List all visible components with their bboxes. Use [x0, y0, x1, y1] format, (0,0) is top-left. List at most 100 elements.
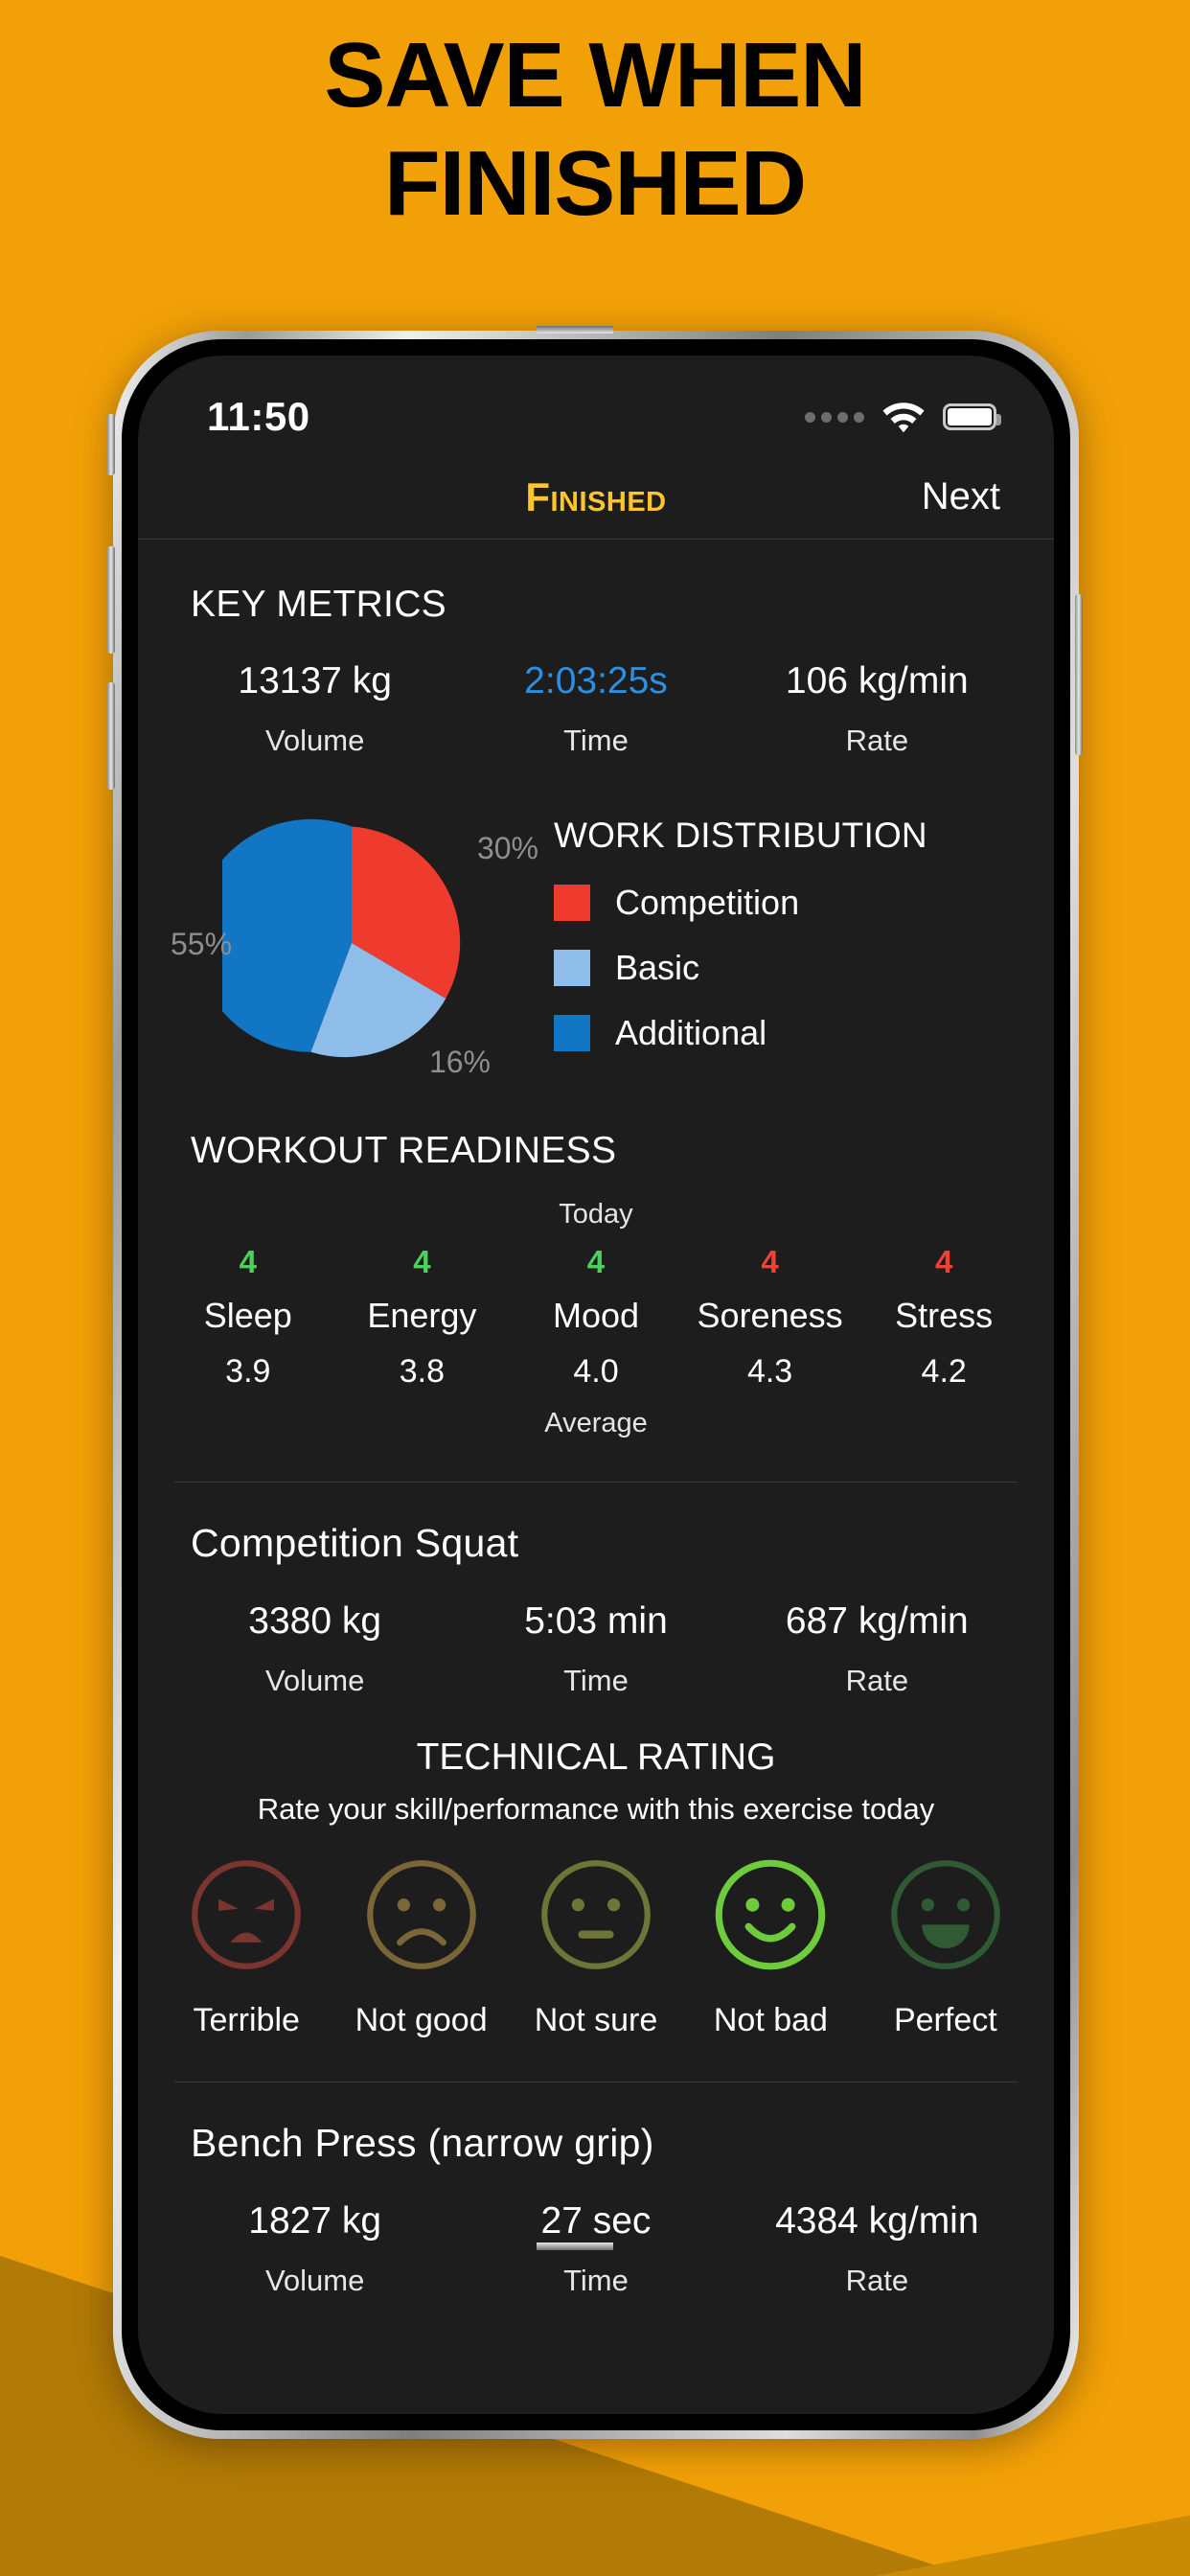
metric-label: Time [563, 2264, 629, 2297]
phone-antenna-line-top [537, 326, 613, 334]
readiness-today-score: 4 [413, 1244, 431, 1279]
readiness-today-label: Today [559, 1199, 633, 1230]
metric-value: 3380 kg [248, 1600, 382, 1642]
metric-value: 5:03 min [524, 1600, 668, 1642]
status-bar: 11:50 [138, 356, 1054, 455]
readiness-today-score: 4 [761, 1244, 779, 1279]
angry-face-icon[interactable] [187, 1855, 306, 1974]
rating-option-not-bad[interactable]: Not bad [683, 1855, 858, 2039]
rating-option-not-sure[interactable]: Not sure [509, 1855, 683, 2039]
exercise-title-competition-squat[interactable]: Competition Squat [138, 1483, 1054, 1566]
promo-headline-line1: SAVE WHEN [324, 24, 866, 126]
readiness-item-sleep: 4 Sleep 3.9 [161, 1244, 335, 1391]
readiness-today-row: 4 Sleep 3.9 4 Energy 3.8 4 Mood 4.0 4 So… [161, 1244, 1031, 1391]
metric-label: Rate [845, 724, 909, 757]
work-distribution-legend: WORK DISTRIBUTION Competition Basic Addi… [544, 816, 1012, 1078]
readiness-average: 4.2 [921, 1353, 967, 1390]
phone-volume-up-button[interactable] [107, 546, 115, 654]
metric-value: 1827 kg [248, 2200, 382, 2242]
status-bar-time: 11:50 [207, 394, 310, 439]
readiness-average: 4.0 [573, 1353, 619, 1390]
signal-dots-icon [805, 411, 864, 423]
key-metrics-row: 13137 kg Volume 2:03:25s Time 106 kg/min… [138, 626, 1054, 758]
phone-antenna-line-bottom [537, 2242, 613, 2250]
smile-face-icon[interactable] [711, 1855, 830, 1974]
readiness-item-stress: 4 Stress 4.2 [857, 1244, 1031, 1391]
rating-option-terrible[interactable]: Terrible [159, 1855, 333, 2039]
metric-label: Volume [264, 1664, 365, 1697]
rating-option-label: Perfect [893, 2002, 997, 2038]
phone-power-button[interactable] [1075, 594, 1083, 755]
pie-chart-svg [222, 818, 461, 1058]
readiness-today-score: 4 [934, 1244, 953, 1279]
metric-value: 106 kg/min [785, 660, 969, 702]
metric-value: 2:03:25s [524, 660, 668, 702]
exercise-metrics-row: 3380 kg Volume 5:03 min Time 687 kg/min … [138, 1566, 1054, 1698]
technical-rating-section: TECHNICAL RATING Rate your skill/perform… [138, 1698, 1054, 2039]
legend-label: Competition [615, 883, 800, 922]
metric-value: 4384 kg/min [775, 2200, 979, 2242]
phone-bezel: 11:50 Finished Next KEY METRICS 13137 kg… [122, 339, 1070, 2430]
promo-screenshot: SAVE WHEN FINISHED 11:50 Finished Next K… [0, 0, 1190, 2576]
phone-volume-down-button[interactable] [107, 682, 115, 790]
grin-face-icon[interactable] [886, 1855, 1005, 1974]
rating-option-not-good[interactable]: Not good [333, 1855, 508, 2039]
legend-swatch-icon [554, 1015, 590, 1051]
metric-label: Rate [845, 2264, 909, 2297]
metric-label: Time [563, 724, 629, 757]
exercise-metrics-row-2: 1827 kg Volume 27 sec Time 4384 kg/min R… [138, 2166, 1054, 2298]
readiness-name: Soreness [697, 1296, 843, 1335]
legend-title: WORK DISTRIBUTION [554, 816, 927, 855]
promo-headline: SAVE WHEN FINISHED [0, 21, 1190, 239]
exercise-metric-time: 5:03 min Time [455, 1600, 736, 1698]
pie-label-basic: 16% [428, 1045, 491, 1079]
exercise-metric-rate: 687 kg/min Rate [737, 1600, 1018, 1698]
phone-screen: 11:50 Finished Next KEY METRICS 13137 kg… [138, 356, 1054, 2414]
pie-label-additional: 55% [171, 927, 233, 961]
readiness-heading: WORKOUT READINESS [191, 1130, 617, 1171]
legend-item-basic: Basic [554, 948, 1012, 988]
page-title: Finished [525, 473, 667, 519]
metric-label: Rate [845, 1664, 909, 1697]
rating-option-label: Not sure [534, 2002, 658, 2038]
exercise-metric-rate: 4384 kg/min Rate [737, 2200, 1018, 2298]
readiness-average: 3.9 [225, 1353, 271, 1390]
technical-rating-options: Terrible Not good Not sure Not bad Perfe… [138, 1827, 1054, 2039]
neutral-face-icon[interactable] [537, 1855, 655, 1974]
legend-item-competition: Competition [554, 883, 1012, 923]
readiness-today-score: 4 [239, 1244, 257, 1279]
metric-label: Time [563, 1664, 629, 1697]
readiness-item-mood: 4 Mood 4.0 [509, 1244, 683, 1391]
metric-label: Volume [264, 724, 365, 757]
rating-option-label: Not bad [713, 2002, 828, 2038]
metric-label: Volume [264, 2264, 365, 2297]
metric-value: 13137 kg [238, 660, 392, 702]
readiness-section: Today 4 Sleep 3.9 4 Energy 3.8 4 Mood 4.… [138, 1199, 1054, 1439]
rating-option-label: Not good [355, 2002, 488, 2038]
phone-silent-switch[interactable] [107, 414, 115, 475]
status-bar-icons [805, 401, 1001, 433]
rating-option-perfect[interactable]: Perfect [858, 1855, 1033, 2039]
pie-label-competition: 30% [476, 831, 538, 865]
legend-label: Additional [615, 1013, 767, 1052]
metric-value: 27 sec [540, 2200, 652, 2242]
readiness-average: 4.3 [746, 1353, 793, 1390]
legend-swatch-icon [554, 950, 590, 986]
readiness-today-score: 4 [586, 1244, 606, 1279]
technical-rating-title: TECHNICAL RATING [416, 1736, 776, 1778]
work-distribution-section: 30% 55% 16% WORK DISTRIBUTION Competitio… [138, 758, 1054, 1086]
nav-bar: Finished Next [138, 455, 1054, 540]
metric-value: 687 kg/min [785, 1600, 969, 1642]
battery-full-icon [943, 403, 1001, 430]
legend-swatch-icon [554, 885, 590, 921]
exercise-title-bench-press[interactable]: Bench Press (narrow grip) [138, 2082, 1054, 2166]
sad-face-icon[interactable] [362, 1855, 481, 1974]
technical-rating-subtitle: Rate your skill/performance with this ex… [257, 1792, 935, 1826]
readiness-name: Energy [367, 1296, 477, 1335]
metric-rate: 106 kg/min Rate [737, 660, 1018, 758]
readiness-name: Mood [552, 1296, 640, 1335]
next-button[interactable]: Next [922, 475, 1000, 518]
readiness-item-energy: 4 Energy 3.8 [335, 1244, 510, 1391]
rating-option-label: Terrible [193, 2002, 300, 2038]
workout-summary-content: KEY METRICS 13137 kg Volume 2:03:25s Tim… [138, 540, 1054, 2298]
